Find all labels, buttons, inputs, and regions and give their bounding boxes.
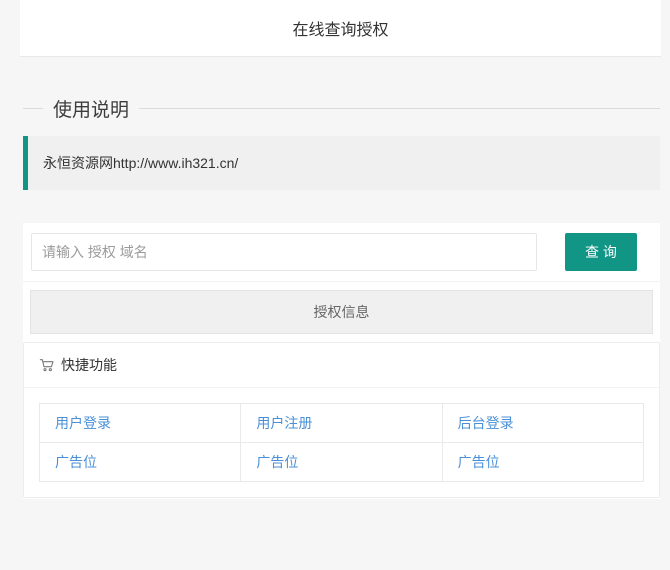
link-user-register[interactable]: 用户注册 [256, 415, 312, 431]
quick-function-body: 用户登录 用户注册 后台登录 广告位 广告位 广告位 [24, 388, 659, 497]
table-row: 用户登录 用户注册 后台登录 [40, 404, 644, 443]
auth-info-bar: 授权信息 [30, 290, 653, 334]
cart-icon [39, 357, 55, 373]
link-ad-slot-3[interactable]: 广告位 [458, 454, 500, 470]
quick-function-header: 快捷功能 [24, 343, 659, 388]
page-title: 在线查询授权 [292, 16, 388, 40]
quick-function-panel: 快捷功能 用户登录 用户注册 后台登录 广告位 广告位 广告位 [23, 342, 660, 498]
link-user-login[interactable]: 用户登录 [55, 415, 111, 431]
link-admin-login[interactable]: 后台登录 [458, 415, 514, 431]
quick-links-table: 用户登录 用户注册 后台登录 广告位 广告位 广告位 [39, 403, 644, 482]
query-form: 查 询 [23, 223, 660, 282]
link-ad-slot-1[interactable]: 广告位 [55, 454, 97, 470]
query-button[interactable]: 查 询 [565, 233, 637, 271]
main-content: 使用说明 永恒资源网http://www.ih321.cn/ 查 询 授权信息 … [23, 95, 660, 499]
table-row: 广告位 广告位 广告位 [40, 443, 644, 482]
domain-input[interactable] [31, 233, 537, 271]
query-section: 查 询 授权信息 快捷功能 用户登录 [23, 223, 660, 499]
quick-function-title: 快捷功能 [61, 355, 117, 375]
usage-section-title: 使用说明 [43, 95, 139, 122]
link-ad-slot-2[interactable]: 广告位 [256, 454, 298, 470]
page-title-bar: 在线查询授权 [20, 0, 661, 57]
site-url-quote: 永恒资源网http://www.ih321.cn/ [23, 136, 660, 190]
usage-section-divider: 使用说明 [23, 95, 660, 122]
site-url-text: 永恒资源网http://www.ih321.cn/ [43, 155, 238, 171]
